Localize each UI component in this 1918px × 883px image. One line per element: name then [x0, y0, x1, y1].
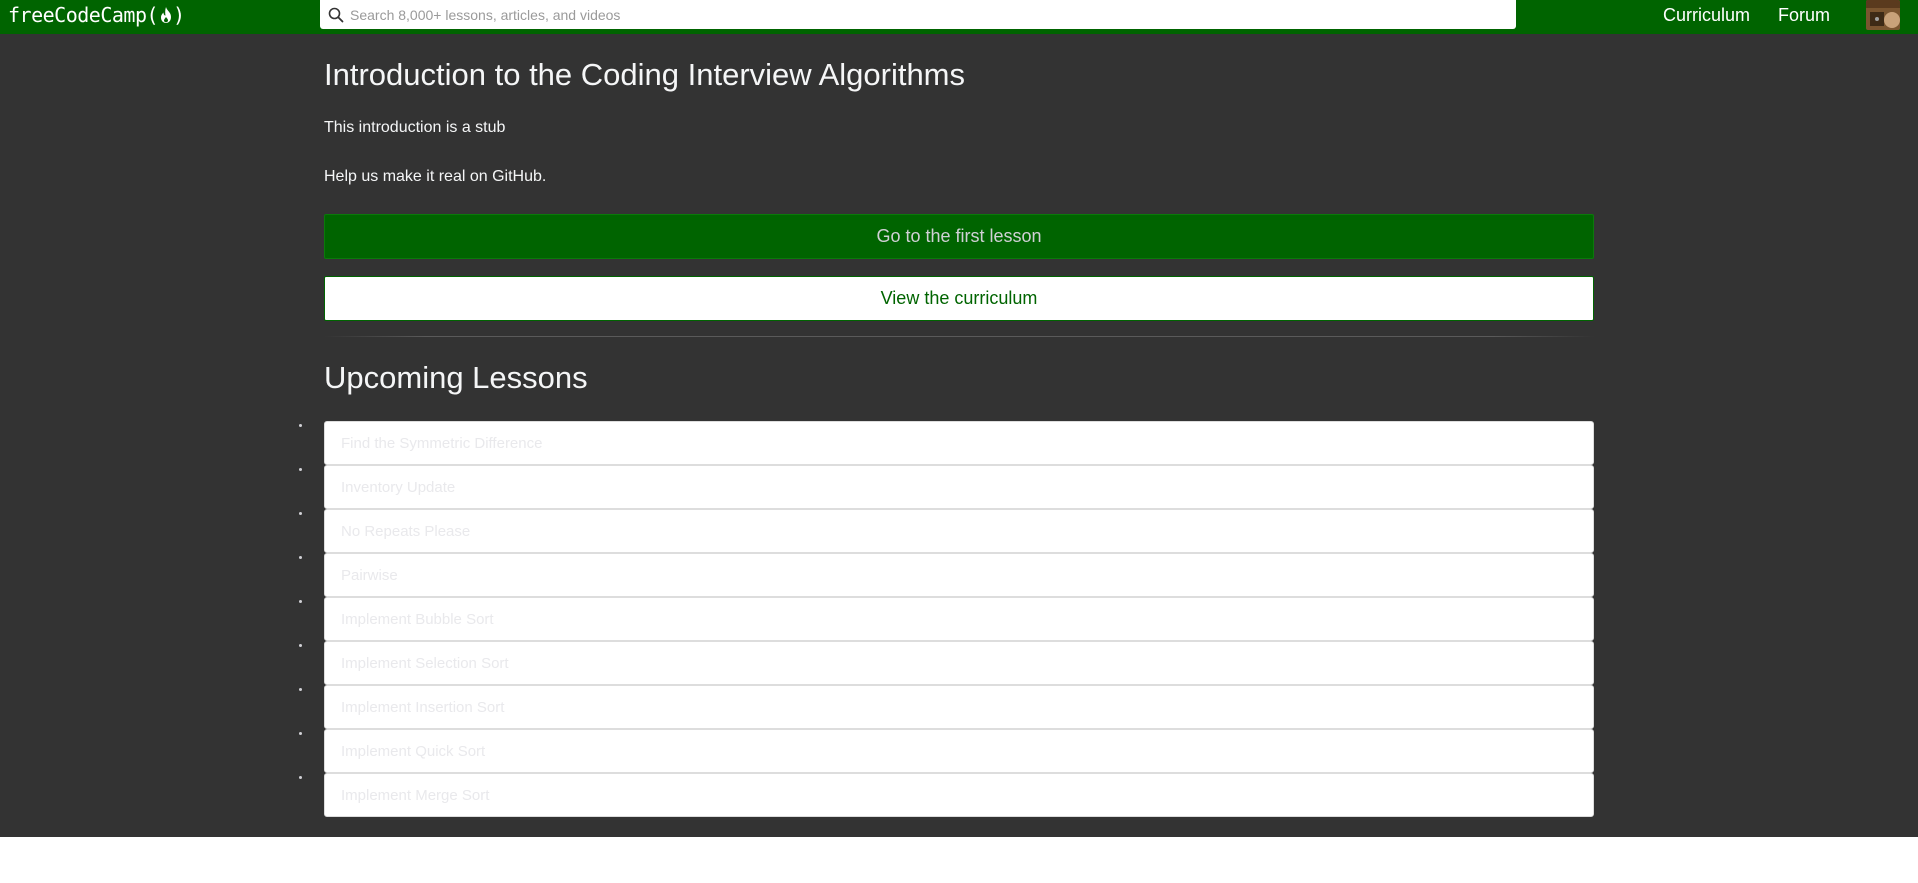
nav-link-curriculum[interactable]: Curriculum [1663, 5, 1750, 26]
list-item: Implement Quick Sort [299, 729, 1594, 773]
view-curriculum-button[interactable]: View the curriculum [324, 276, 1594, 321]
brand-text: freeCodeCamp( [8, 3, 159, 27]
upcoming-lessons-title: Upcoming Lessons [324, 360, 588, 395]
help-text: Help us make it real on GitHub. [324, 168, 547, 185]
lesson-title: Inventory Update [341, 478, 456, 496]
search-input[interactable] [350, 0, 1516, 29]
page-title: Introduction to the Coding Interview Alg… [324, 57, 966, 92]
flame-icon [159, 6, 173, 24]
list-item: Implement Bubble Sort [299, 597, 1594, 641]
upcoming-lessons-list: Find the Symmetric Difference Inventory … [299, 421, 1594, 817]
lesson-title: Implement Quick Sort [341, 742, 486, 760]
nav-links: Curriculum Forum [1663, 0, 1918, 30]
bullet-icon [299, 512, 302, 515]
search-bar[interactable] [320, 0, 1516, 29]
list-item: Implement Selection Sort [299, 641, 1594, 685]
avatar[interactable] [1866, 0, 1900, 30]
brand-close: ) [173, 3, 185, 27]
list-item: Find the Symmetric Difference [299, 421, 1594, 465]
search-icon [328, 7, 344, 23]
section-divider [324, 336, 1594, 337]
main-content: Introduction to the Coding Interview Alg… [0, 34, 1918, 837]
list-item: Implement Insertion Sort [299, 685, 1594, 729]
nav-link-forum[interactable]: Forum [1778, 5, 1830, 26]
bullet-icon [299, 732, 302, 735]
list-item: No Repeats Please [299, 509, 1594, 553]
bullet-icon [299, 644, 302, 647]
first-lesson-button[interactable]: Go to the first lesson [324, 214, 1594, 259]
bullet-icon [299, 556, 302, 559]
bullet-icon [299, 424, 302, 427]
freecodecamp-logo[interactable]: freeCodeCamp( ) [8, 0, 185, 30]
bullet-icon [299, 468, 302, 471]
lesson-title: Implement Insertion Sort [341, 698, 505, 716]
list-item: Inventory Update [299, 465, 1594, 509]
intro-text: This introduction is a stub [324, 119, 506, 136]
lesson-title: Find the Symmetric Difference [341, 434, 543, 452]
lesson-title: Pairwise [341, 566, 398, 584]
bullet-icon [299, 776, 302, 779]
lesson-title: Implement Merge Sort [341, 786, 490, 804]
bullet-icon [299, 688, 302, 691]
list-item: Pairwise [299, 553, 1594, 597]
lesson-title: Implement Bubble Sort [341, 610, 494, 628]
lesson-title: Implement Selection Sort [341, 654, 509, 672]
list-item: Implement Merge Sort [299, 773, 1594, 817]
bullet-icon [299, 600, 302, 603]
top-navbar: freeCodeCamp( ) Curriculum Forum [0, 0, 1918, 34]
lesson-title: No Repeats Please [341, 522, 471, 540]
